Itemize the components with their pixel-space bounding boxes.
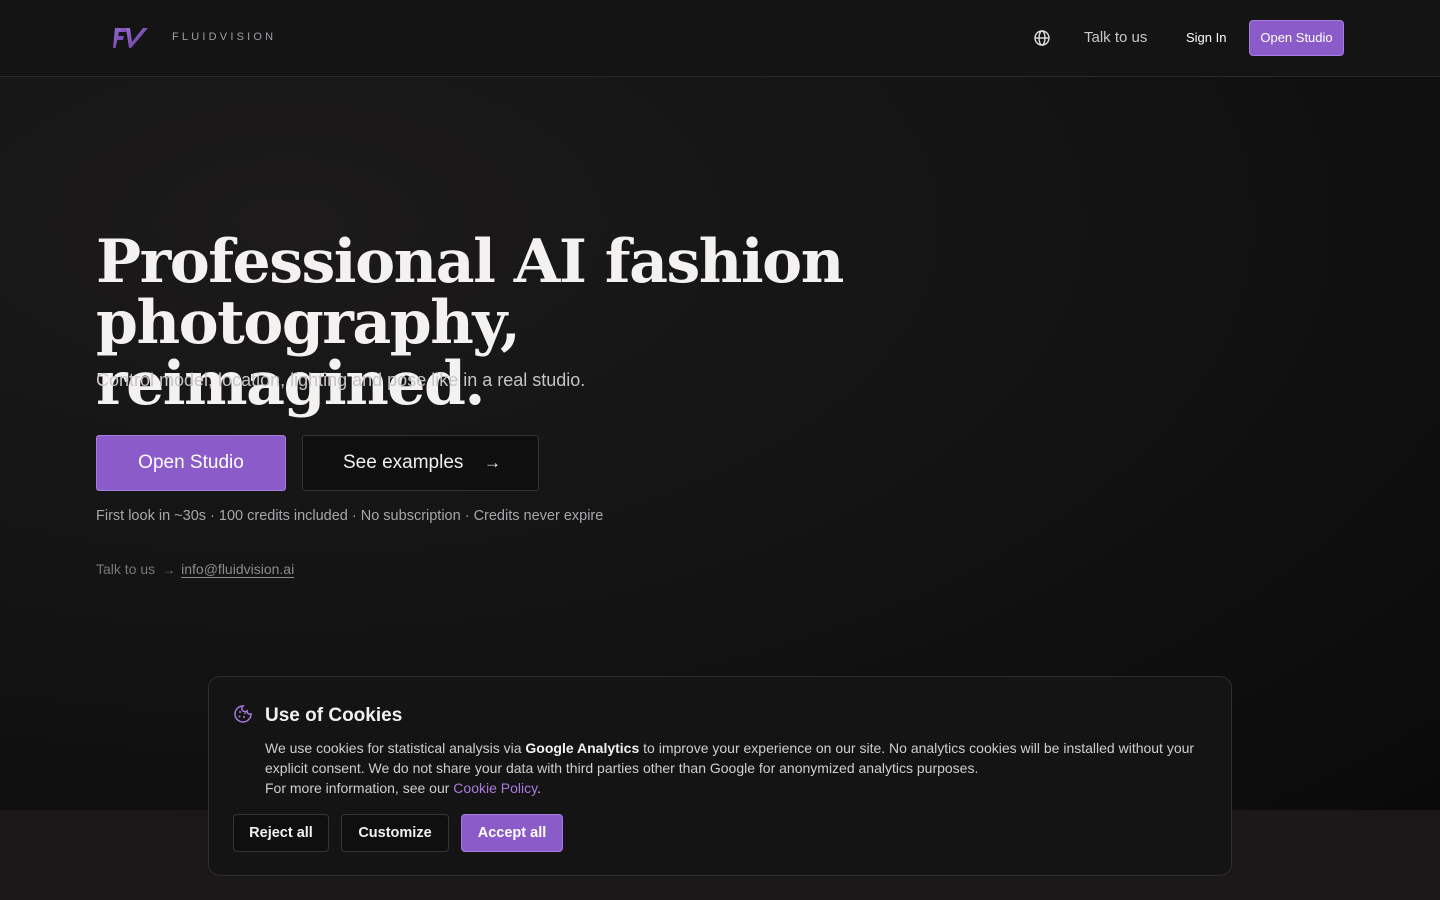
hero-subheading: Control model, location, lighting and po… (96, 370, 586, 390)
cookie-icon (234, 705, 252, 723)
contact-arrow: → (163, 563, 176, 577)
brand-name[interactable]: FLUIDVISION (172, 31, 276, 43)
contact-email-link[interactable]: info@fluidvision.ai (181, 561, 294, 577)
headline-line-1: Professional AI fashion (96, 227, 844, 297)
open-studio-button[interactable]: Open Studio (96, 435, 286, 491)
top-navigation: FLUIDVISION Talk to us Sign In Open Stud… (0, 0, 1440, 77)
cookie-title: Use of Cookies (265, 705, 403, 726)
accept-all-button[interactable]: Accept all (461, 814, 563, 852)
feature-summary: First look in ~30s · 100 credits include… (96, 508, 604, 524)
cookie-description: We use cookies for statistical analysis … (265, 738, 1205, 798)
contact-line: Talk to us → info@fluidvision.ai (96, 561, 294, 577)
see-examples-button[interactable]: See examples → (302, 435, 539, 491)
customize-button[interactable]: Customize (341, 814, 449, 852)
cookie-more-info: For more information, see our (265, 780, 454, 796)
cookie-policy-link[interactable]: Cookie Policy (453, 780, 537, 796)
sign-in-link[interactable]: Sign In (1186, 30, 1226, 45)
open-studio-nav-button[interactable]: Open Studio (1249, 20, 1344, 56)
talk-to-us-link[interactable]: Talk to us (1084, 29, 1147, 46)
cookie-more-info-end: . (537, 780, 541, 796)
reject-all-button[interactable]: Reject all (233, 814, 329, 852)
cookie-text-before: We use cookies for statistical analysis … (265, 740, 526, 756)
headline-line-2: photography, reimagined. (96, 288, 521, 419)
cookie-text-analytics: Google Analytics (525, 740, 640, 756)
cookie-consent-banner: Use of Cookies We use cookies for statis… (208, 676, 1232, 876)
arrow-right-icon: → (484, 453, 501, 472)
globe-icon[interactable] (1033, 29, 1051, 47)
contact-label: Talk to us (96, 561, 156, 577)
fv-logo-icon[interactable] (113, 25, 149, 51)
see-examples-label: See examples (343, 452, 464, 473)
